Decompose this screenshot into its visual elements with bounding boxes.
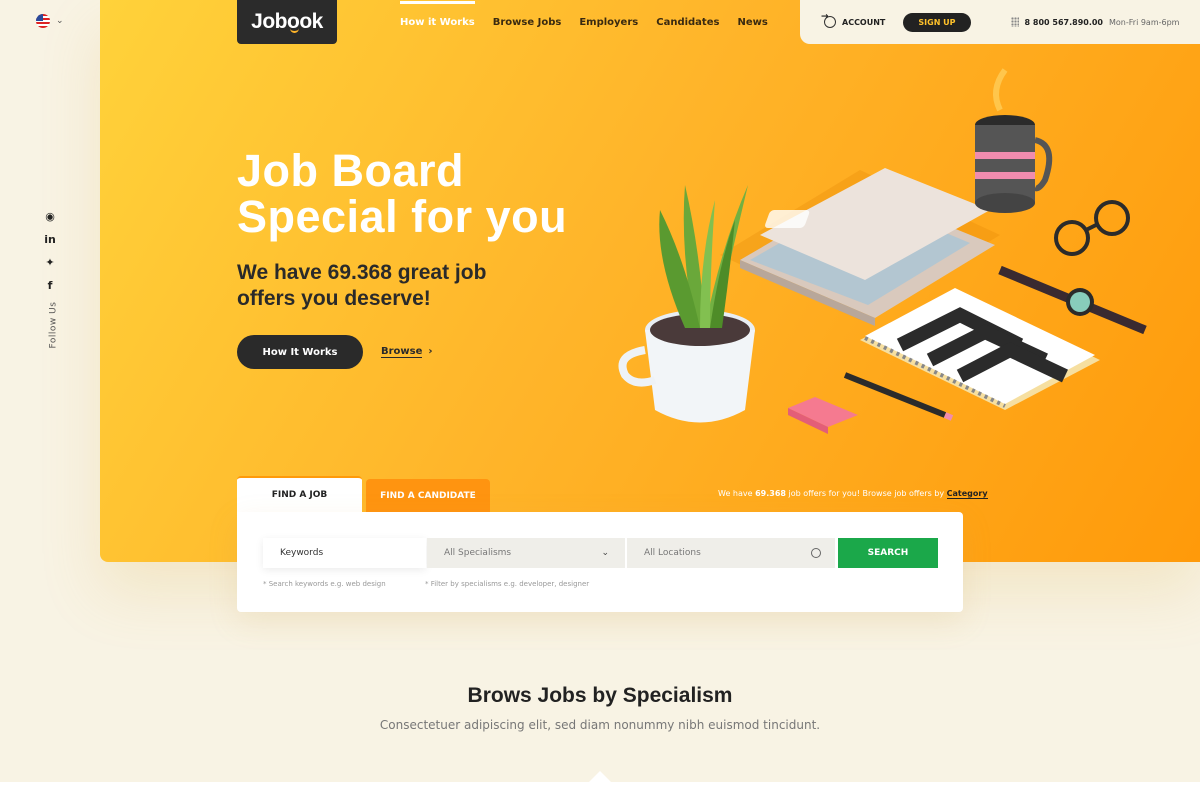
nav-candidates[interactable]: Candidates [656, 17, 719, 28]
hero-subtitle: We have 69.368 great job offers you dese… [237, 260, 557, 312]
main-nav: How it Works Browse Jobs Employers Candi… [400, 0, 768, 44]
jobook-logo[interactable]: Jobook [237, 0, 337, 44]
note-prefix: We have [718, 489, 756, 498]
divider-arrow-icon [589, 771, 611, 782]
tab-find-a-candidate[interactable]: FIND A CANDIDATE [366, 479, 490, 512]
account-label: ACCOUNT [842, 17, 886, 27]
nav-news[interactable]: News [737, 17, 767, 28]
desk-illustration [618, 68, 1147, 434]
social-links: ◉ in ✦ f [43, 210, 57, 293]
hero-subtitle-line-1: We have 69.368 great job [237, 261, 487, 284]
tab-find-a-job[interactable]: FIND A JOB [237, 476, 362, 512]
nav-how-it-works[interactable]: How it Works [400, 0, 475, 28]
linkedin-icon[interactable]: in [43, 233, 57, 247]
hero-title: Job Board Special for you [237, 148, 567, 240]
nav-employers[interactable]: Employers [579, 17, 638, 28]
account-link[interactable]: ACCOUNT [821, 12, 886, 28]
chevron-right-icon: › [428, 346, 433, 357]
phone-hours: Mon-Fri 9am-6pm [1109, 17, 1180, 27]
follow-us-label: Follow Us [48, 301, 59, 349]
search-button[interactable]: SEARCH [838, 538, 938, 568]
specialism-value: All Specialisms [444, 548, 512, 558]
location-input[interactable]: All Locations [627, 538, 835, 568]
hero-subtitle-line-2: offers you deserve! [237, 287, 431, 310]
hero-title-line-2: Special for you [237, 191, 568, 242]
nav-browse-jobs[interactable]: Browse Jobs [493, 17, 562, 28]
note-middle: job offers for you! Browse job offers by [785, 489, 947, 498]
specialism-select[interactable]: All Specialisms ⌄ [427, 538, 625, 568]
keywords-hint: * Search keywords e.g. web design [263, 580, 386, 588]
dialpad-icon [1010, 17, 1019, 27]
browse-label: Browse [381, 346, 423, 358]
specialism-hint: * Filter by specialisms e.g. developer, … [425, 580, 590, 588]
locate-icon[interactable] [811, 548, 821, 558]
top-bar: ACCOUNT SIGN UP 8 800 567.890.00 Mon-Fri… [800, 0, 1200, 44]
job-search-panel: Keywords All Specialisms ⌄ All Locations… [237, 512, 963, 612]
chevron-down-icon: ⌄ [56, 16, 64, 26]
language-selector[interactable]: ⌄ [36, 14, 64, 28]
how-it-works-button[interactable]: How It Works [237, 335, 363, 369]
rss-icon[interactable]: ◉ [43, 210, 57, 224]
section-subtitle: Consectetuer adipiscing elit, sed diam n… [379, 718, 821, 732]
signup-button[interactable]: SIGN UP [903, 12, 971, 32]
section-divider [0, 782, 1200, 800]
hero-title-line-1: Job Board [237, 145, 465, 196]
keywords-input[interactable]: Keywords [263, 538, 426, 568]
browse-link[interactable]: Browse › [381, 346, 433, 358]
phone-number: 8 800 567.890.00 [1024, 17, 1103, 27]
us-flag-icon [36, 14, 50, 28]
category-link[interactable]: Category [946, 489, 988, 499]
twitter-icon[interactable]: ✦ [43, 256, 57, 270]
job-count-note: We have 69.368 job offers for you! Brows… [718, 489, 988, 499]
note-count: 69.368 [755, 489, 786, 498]
section-title: Brows Jobs by Specialism [467, 684, 733, 707]
chevron-down-icon: ⌄ [601, 548, 609, 558]
login-icon [821, 12, 836, 28]
phone-info: 8 800 567.890.00 Mon-Fri 9am-6pm [1010, 17, 1180, 27]
location-value: All Locations [644, 548, 701, 558]
facebook-icon[interactable]: f [43, 279, 57, 293]
